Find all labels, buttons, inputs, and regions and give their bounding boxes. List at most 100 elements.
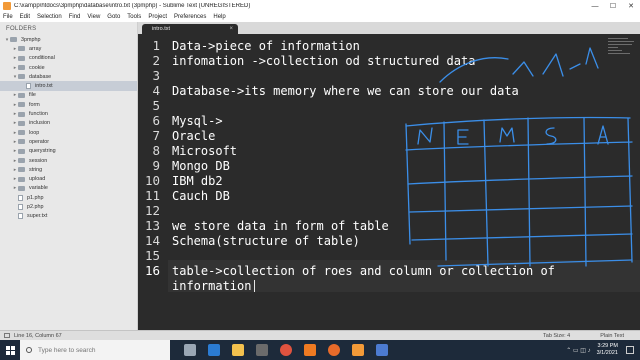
menu-goto[interactable]: Goto xyxy=(107,14,120,20)
sidebar-item-intro-txt[interactable]: intro.txt xyxy=(0,81,137,91)
sidebar-item-p1-php[interactable]: p1.php xyxy=(0,193,137,202)
code-line[interactable]: 1 Data->piece of information xyxy=(138,38,359,53)
sublime-app-icon xyxy=(3,2,11,10)
sidebar-item-database[interactable]: ▾ database xyxy=(0,72,137,81)
folder-icon xyxy=(18,65,25,71)
code-line[interactable]: 12 xyxy=(138,203,160,218)
search-input[interactable] xyxy=(38,346,158,354)
line-text-content: we store data in form of table xyxy=(172,218,389,233)
sidebar-item-conditional[interactable]: ▸ conditional xyxy=(0,54,137,63)
folder-icon xyxy=(18,185,25,191)
sidebar-item-loop[interactable]: ▸ loop xyxy=(0,128,137,137)
sidebar-item-inclusion[interactable]: ▸ inclusion xyxy=(0,119,137,128)
sidebar-item-form[interactable]: ▸ form xyxy=(0,100,137,109)
menu-selection[interactable]: Selection xyxy=(37,14,62,20)
menu-view[interactable]: View xyxy=(87,14,100,20)
syntax-indicator[interactable]: Plain Text xyxy=(600,333,624,339)
line-text: Schema(structure of table) xyxy=(172,234,360,248)
task-view-icon[interactable] xyxy=(184,344,196,356)
code-line[interactable]: 15 xyxy=(138,248,160,263)
maximize-button[interactable]: ☐ xyxy=(604,0,622,12)
media-icon[interactable] xyxy=(376,344,388,356)
system-tray: ⌃ ▭ ◫ ♪ 3:29 PM 3/1/2021 xyxy=(566,340,640,360)
sidebar-item-operator[interactable]: ▸ operator xyxy=(0,137,137,146)
line-number: 13 xyxy=(144,218,160,233)
code-line[interactable]: 16 table->collection of roes and column o… xyxy=(138,263,555,278)
menu-file[interactable]: File xyxy=(3,14,13,20)
firefox-icon[interactable] xyxy=(328,344,340,356)
code-line[interactable]: 10 IBM db2 xyxy=(138,173,223,188)
line-text: Cauch DB xyxy=(172,189,230,203)
sidebar-item-super-txt[interactable]: super.txt xyxy=(0,212,137,221)
line-number: 7 xyxy=(152,128,160,143)
sidebar-item-3pmphp[interactable]: ▾ 3pmphp xyxy=(0,35,137,44)
sidebar-item-label: upload xyxy=(29,176,46,183)
line-text-content: infomation ->collection od structured da… xyxy=(172,53,476,68)
code-line[interactable]: 14 Schema(structure of table) xyxy=(138,233,360,248)
menu-help[interactable]: Help xyxy=(213,14,225,20)
sidebar-item-file[interactable]: ▸ file xyxy=(0,91,137,100)
store-icon[interactable] xyxy=(256,344,268,356)
folder-icon xyxy=(18,176,25,182)
notification-icon[interactable] xyxy=(626,346,634,354)
taskbar-search[interactable] xyxy=(20,340,170,360)
line-text: infomation ->collection od structured da… xyxy=(172,54,475,68)
menu-find[interactable]: Find xyxy=(69,14,81,20)
text-caret xyxy=(254,280,256,292)
code-line[interactable]: 11 Cauch DB xyxy=(138,188,230,203)
editor-pane[interactable]: 1 Data->piece of information 2 infomation -… xyxy=(138,34,640,330)
windows-taskbar: ⌃ ▭ ◫ ♪ 3:29 PM 3/1/2021 xyxy=(0,340,640,360)
code-line[interactable]: 5 xyxy=(138,98,160,113)
line-text-content: Database->its memory where we can store … xyxy=(172,83,519,98)
line-text: Oracle xyxy=(172,129,215,143)
line-text: we store data in form of table xyxy=(172,219,389,233)
folder-icon xyxy=(18,46,25,52)
sidebar-item-variable[interactable]: ▸ variable xyxy=(0,184,137,193)
line-text: IBM db2 xyxy=(172,174,223,188)
close-button[interactable]: ✕ xyxy=(622,0,640,12)
code-line[interactable]: information xyxy=(138,278,256,293)
sidebar-item-label: 3pmphp xyxy=(21,36,41,43)
clock[interactable]: 3:29 PM 3/1/2021 xyxy=(597,343,618,357)
sidebar-item-string[interactable]: ▸ string xyxy=(0,165,137,174)
tray-icons[interactable]: ⌃ ▭ ◫ ♪ xyxy=(566,347,590,354)
start-button[interactable] xyxy=(0,340,20,360)
sidebar-item-label: string xyxy=(29,166,43,173)
folder-icon xyxy=(18,111,25,117)
chrome-icon[interactable] xyxy=(280,344,292,356)
code-line[interactable]: 6 Mysql-> xyxy=(138,113,222,128)
code-line[interactable]: 3 xyxy=(138,68,160,83)
xampp-icon[interactable] xyxy=(304,344,316,356)
sidebar-item-function[interactable]: ▸ function xyxy=(0,109,137,118)
code-line[interactable]: 13 we store data in form of table xyxy=(138,218,389,233)
code-line[interactable]: 4 Database->its memory where we can store… xyxy=(138,83,518,98)
tab-intro-txt[interactable]: intro.txt × xyxy=(142,24,238,34)
sidebar-item-label: conditional xyxy=(29,55,55,62)
folder-icon xyxy=(18,74,25,80)
menu-preferences[interactable]: Preferences xyxy=(174,14,206,20)
code-line[interactable]: 8 Microsoft xyxy=(138,143,237,158)
code-line[interactable]: 9 Mongo DB xyxy=(138,158,229,173)
tab-label: intro.txt xyxy=(152,26,171,32)
minimize-button[interactable]: — xyxy=(586,0,604,12)
sidebar-item-upload[interactable]: ▸ upload xyxy=(0,174,137,183)
line-text: Microsoft xyxy=(172,144,237,158)
menu-project[interactable]: Project xyxy=(148,14,167,20)
file-explorer-icon[interactable] xyxy=(232,344,244,356)
sidebar-item-session[interactable]: ▸ session xyxy=(0,156,137,165)
sidebar-item-p2-php[interactable]: p2.php xyxy=(0,202,137,211)
minimap[interactable] xyxy=(608,38,636,66)
sidebar-item-querystring[interactable]: ▸ querystring xyxy=(0,147,137,156)
menu-edit[interactable]: Edit xyxy=(20,14,30,20)
sidebar-item-array[interactable]: ▸ array xyxy=(0,44,137,53)
menu-tools[interactable]: Tools xyxy=(127,14,141,20)
edge-icon[interactable] xyxy=(208,344,220,356)
file-icon xyxy=(18,213,23,220)
line-text-content: Schema(structure of table) xyxy=(172,233,360,248)
code-line[interactable]: 2 infomation ->collection od structured d… xyxy=(138,53,475,68)
sidebar-item-cookie[interactable]: ▸ cookie xyxy=(0,63,137,72)
sublime-icon[interactable] xyxy=(352,344,364,356)
tab-close-icon[interactable]: × xyxy=(229,26,233,32)
code-line[interactable]: 7 Oracle xyxy=(138,128,215,143)
tab-size-indicator[interactable]: Tab Size: 4 xyxy=(543,333,570,339)
